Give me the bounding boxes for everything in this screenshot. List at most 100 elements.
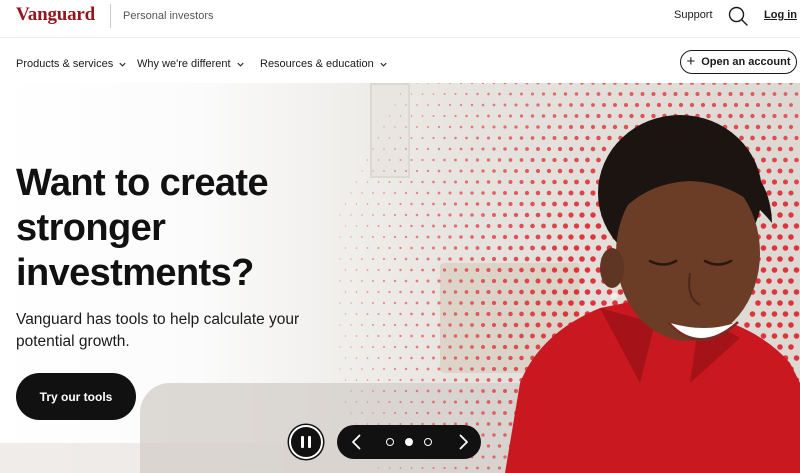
halftone-dot — [388, 312, 391, 316]
chevron-left-icon[interactable] — [347, 432, 367, 452]
support-link[interactable]: Support — [674, 9, 713, 21]
halftone-dot — [557, 234, 563, 240]
halftone-dot — [508, 333, 513, 339]
halftone-dot — [491, 278, 497, 284]
halftone-dot — [551, 267, 558, 273]
halftone-dot — [503, 411, 507, 415]
halftone-dot — [497, 333, 502, 339]
halftone-dot — [410, 290, 413, 294]
carousel-dot-2[interactable] — [405, 438, 413, 446]
halftone-dot — [771, 311, 778, 317]
halftone-dot — [366, 269, 369, 271]
halftone-dot — [475, 356, 480, 360]
halftone-dot — [470, 323, 474, 327]
halftone-dot — [355, 247, 358, 249]
halftone-dot — [540, 311, 547, 317]
halftone-dot — [761, 157, 766, 163]
halftone-dot — [584, 201, 591, 207]
halftone-dot — [415, 147, 419, 151]
halftone-dot — [513, 366, 519, 372]
halftone-dot — [421, 400, 424, 404]
halftone-dot — [497, 267, 502, 273]
halftone-dot — [481, 235, 485, 239]
halftone-dot — [372, 346, 374, 348]
halftone-dot — [449, 83, 451, 84]
halftone-dot — [590, 124, 596, 130]
halftone-dot — [492, 83, 496, 85]
halftone-dot — [344, 313, 347, 315]
halftone-dot — [503, 147, 507, 151]
halftone-dot — [524, 234, 530, 240]
vanguard-logo[interactable]: Vanguard — [16, 4, 95, 26]
halftone-dot — [448, 301, 452, 305]
halftone-dot — [617, 289, 624, 295]
carousel-dot-3[interactable] — [424, 438, 432, 446]
halftone-dot — [388, 401, 391, 403]
halftone-dot — [339, 302, 341, 304]
nav-products-services[interactable]: Products & services — [16, 58, 127, 70]
halftone-dot — [498, 114, 501, 118]
chevron-right-icon[interactable] — [453, 432, 473, 452]
halftone-dot — [546, 256, 552, 262]
halftone-dot — [508, 201, 513, 207]
halftone-dot — [426, 169, 430, 173]
halftone-dot — [415, 191, 419, 195]
halftone-dot — [486, 311, 491, 317]
halftone-dot — [361, 214, 363, 216]
halftone-dot — [426, 191, 430, 195]
halftone-dot — [421, 224, 424, 228]
halftone-dot — [788, 256, 794, 262]
halftone-dot — [777, 256, 783, 262]
halftone-dot — [513, 388, 519, 394]
nav-why-different[interactable]: Why we're different — [137, 58, 245, 70]
halftone-dot — [777, 234, 783, 240]
halftone-dot — [788, 146, 794, 152]
halftone-dot — [405, 148, 407, 150]
halftone-dot — [442, 290, 447, 294]
halftone-dot — [393, 323, 397, 327]
halftone-dot — [519, 355, 524, 361]
halftone-dot — [684, 91, 689, 97]
halftone-dot — [399, 202, 402, 206]
carousel-dot-1[interactable] — [386, 438, 394, 446]
halftone-dot — [404, 301, 408, 305]
halftone-dot — [497, 422, 502, 426]
halftone-dot — [415, 411, 419, 415]
search-icon[interactable] — [727, 5, 749, 27]
halftone-dot — [782, 179, 789, 185]
halftone-dot — [393, 345, 397, 349]
site-label[interactable]: Personal investors — [123, 10, 214, 22]
halftone-dot — [470, 125, 474, 129]
halftone-dot — [772, 113, 777, 119]
try-our-tools-button[interactable]: Try our tools — [16, 373, 136, 420]
halftone-dot — [410, 334, 413, 338]
halftone-dot — [361, 170, 363, 172]
halftone-dot — [432, 114, 435, 118]
halftone-dot — [394, 170, 396, 172]
halftone-dot — [782, 245, 789, 251]
halftone-dot — [530, 136, 535, 140]
logo-divider — [110, 4, 111, 28]
halftone-dot — [486, 444, 491, 448]
open-account-button[interactable]: + Open an account — [680, 50, 797, 74]
halftone-dot — [437, 213, 441, 217]
halftone-dot — [717, 113, 722, 119]
halftone-dot — [421, 378, 424, 382]
halftone-dot — [601, 124, 607, 130]
halftone-dot — [388, 378, 391, 382]
halftone-dot — [590, 300, 596, 306]
login-link[interactable]: Log in — [764, 9, 797, 21]
halftone-dot — [508, 245, 513, 251]
pause-icon[interactable] — [289, 425, 323, 459]
halftone-dot — [766, 322, 772, 328]
halftone-dot — [629, 113, 634, 119]
halftone-dot — [399, 115, 402, 117]
halftone-dot — [355, 203, 358, 205]
halftone-dot — [734, 83, 738, 85]
nav-resources-education[interactable]: Resources & education — [260, 58, 388, 70]
halftone-dot — [535, 212, 541, 218]
halftone-dot — [404, 235, 408, 239]
halftone-dot — [404, 257, 408, 261]
halftone-dot — [459, 367, 463, 371]
halftone-dot — [525, 147, 529, 151]
